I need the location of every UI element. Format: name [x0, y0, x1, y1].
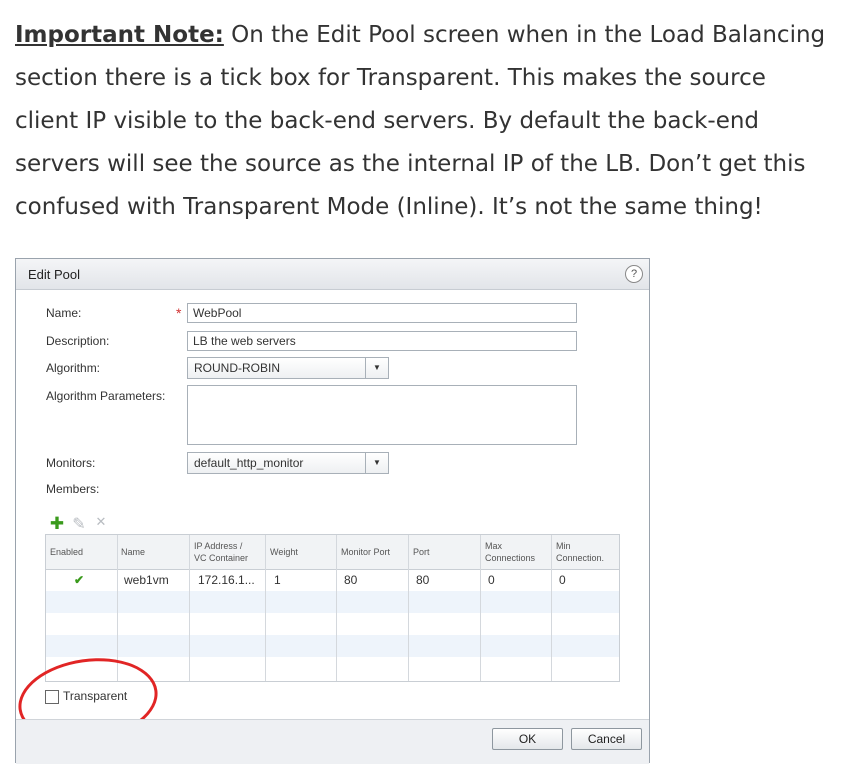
algorithm-label: Algorithm: [46, 361, 101, 375]
edit-icon[interactable]: ✎ [71, 514, 87, 534]
add-icon[interactable]: ✚ [49, 514, 65, 534]
cell-monitor-port: 80 [344, 573, 358, 587]
help-icon[interactable]: ? [625, 265, 643, 283]
members-table: Enabled Name IP Address / VC Container W… [45, 534, 620, 682]
algorithm-select[interactable]: ROUND-ROBIN ▼ [187, 357, 389, 379]
description-label: Description: [46, 334, 110, 348]
delete-icon[interactable]: ✕ [93, 514, 109, 530]
required-icon: * [176, 305, 182, 321]
algorithm-parameters-label: Algorithm Parameters: [46, 389, 166, 403]
cell-min: 0 [559, 573, 566, 587]
members-label: Members: [46, 482, 100, 496]
monitors-value: default_http_monitor [194, 456, 304, 470]
cell-weight: 1 [274, 573, 281, 587]
column-divider [118, 535, 190, 681]
header-min-line2[interactable]: Connection. [556, 553, 604, 564]
column-divider [481, 535, 552, 681]
enabled-check-icon[interactable]: ✔ [74, 573, 84, 587]
cell-max: 0 [488, 573, 495, 587]
dialog-title: Edit Pool [28, 267, 81, 282]
cell-ip: 172.16.1... [198, 573, 255, 587]
monitors-label: Monitors: [46, 456, 96, 470]
dialog-footer: OK Cancel [16, 719, 649, 764]
column-divider [337, 535, 409, 681]
important-note-text: On the Edit Pool screen when in the Load… [15, 22, 826, 220]
algorithm-value: ROUND-ROBIN [194, 361, 280, 375]
cell-name: web1vm [124, 573, 169, 587]
monitors-select[interactable]: default_http_monitor ▼ [187, 452, 389, 474]
important-note-heading: Important Note: [15, 22, 224, 48]
edit-pool-dialog: Edit Pool ? Name: * WebPool Description:… [12, 258, 650, 764]
column-divider [409, 535, 481, 681]
chevron-down-icon[interactable]: ▼ [365, 453, 388, 473]
name-field[interactable]: WebPool [187, 303, 577, 323]
algorithm-parameters-field[interactable] [187, 385, 577, 445]
column-divider [266, 535, 337, 681]
description-field[interactable]: LB the web servers [187, 331, 577, 351]
chevron-down-icon[interactable]: ▼ [365, 358, 388, 378]
table-row[interactable]: ✔ web1vm 172.16.1... 1 80 80 0 0 [46, 569, 619, 591]
name-label: Name: [46, 306, 82, 320]
cancel-button[interactable]: Cancel [571, 728, 642, 750]
cell-port: 80 [416, 573, 430, 587]
important-note: Important Note: On the Edit Pool screen … [15, 14, 835, 229]
column-divider [190, 535, 266, 681]
header-min-line1[interactable]: Min [556, 541, 571, 552]
dialog-titlebar: Edit Pool ? [16, 259, 649, 290]
ok-button[interactable]: OK [492, 728, 563, 750]
